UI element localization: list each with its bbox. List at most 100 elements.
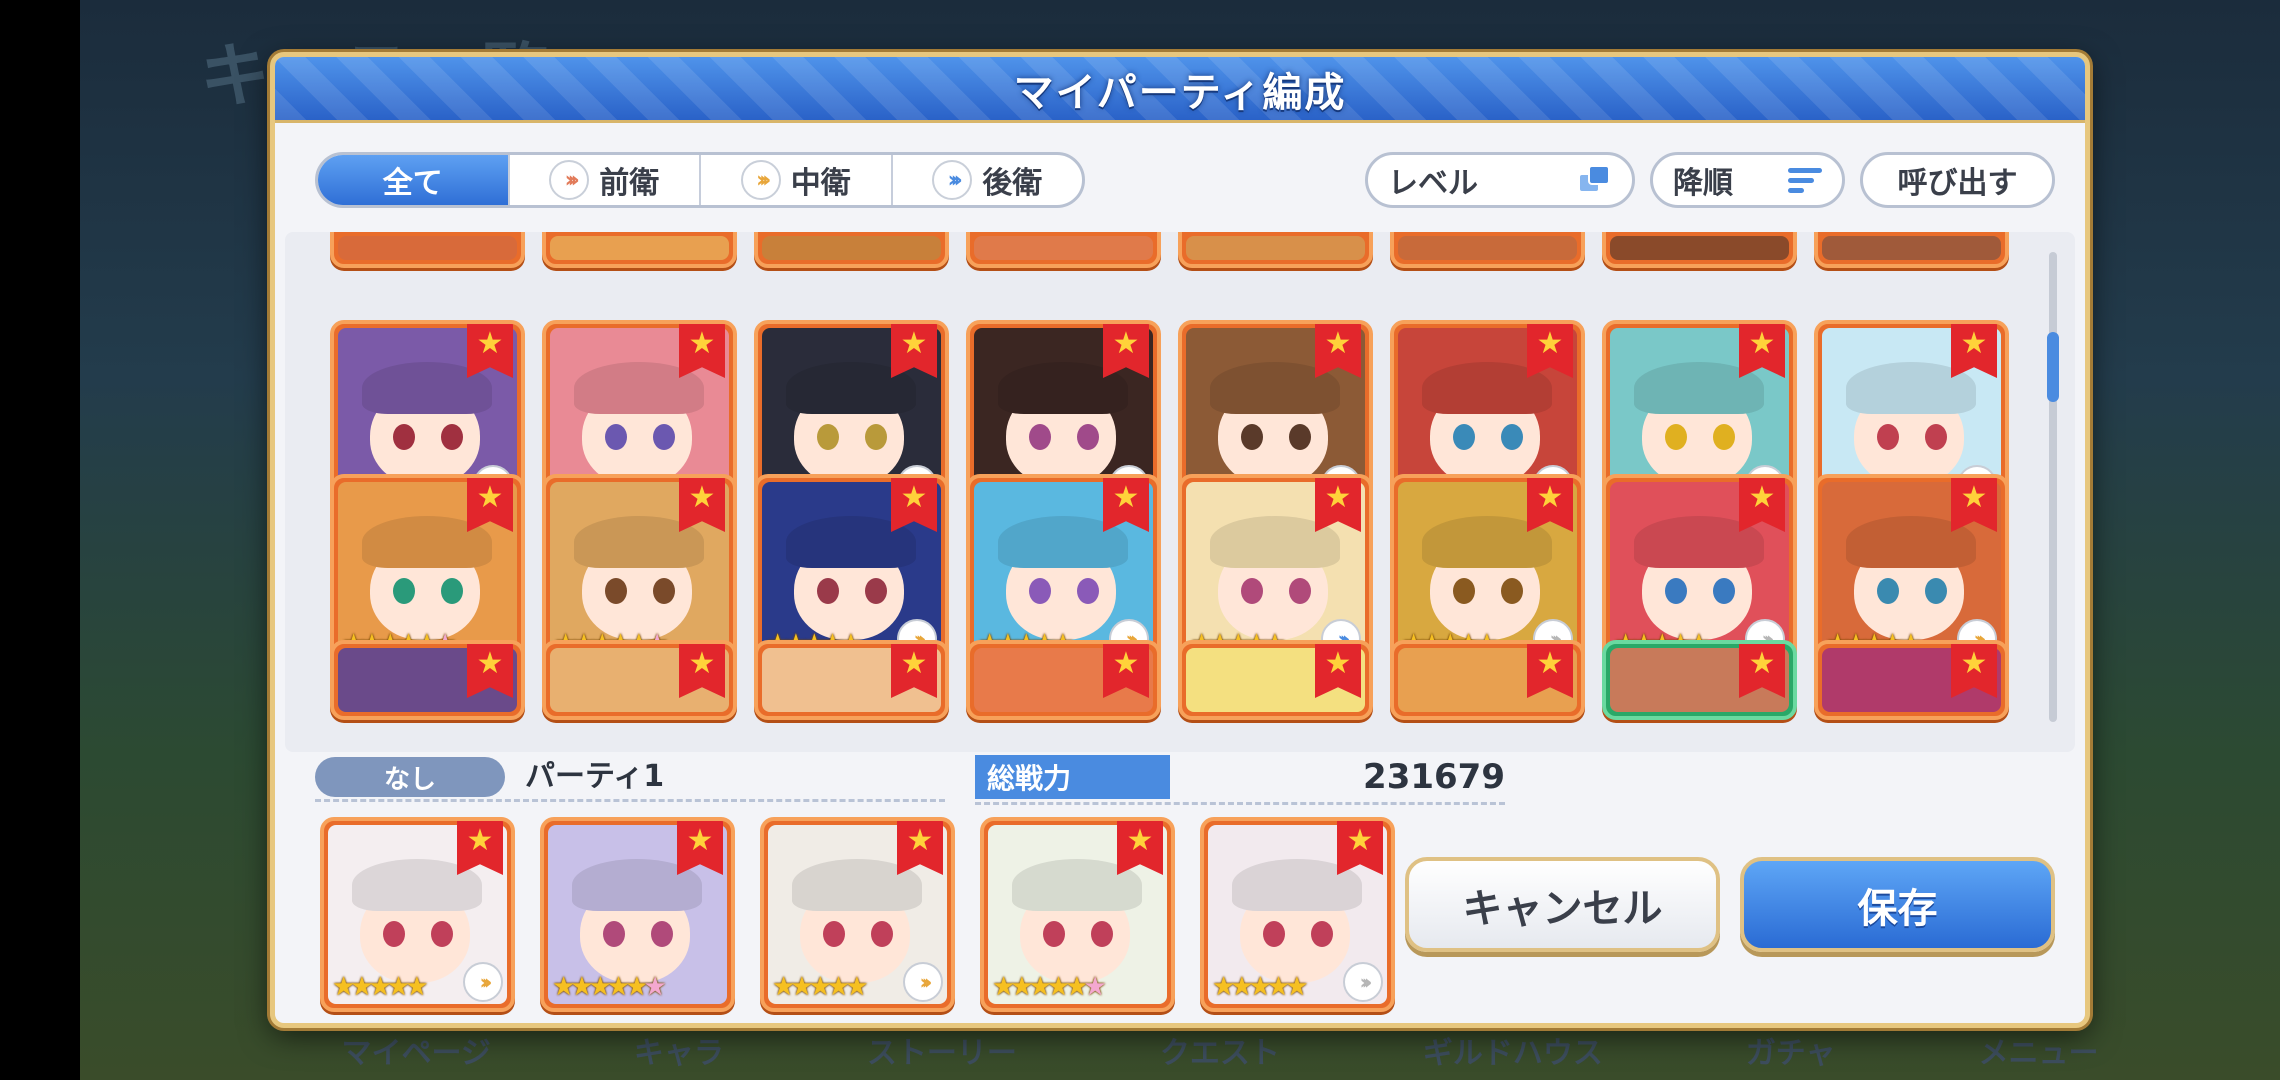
character-eye [1263,921,1285,947]
character-card[interactable]: ★ [1390,640,1585,720]
character-portrait [762,236,941,260]
character-card[interactable]: ★ [1602,640,1797,720]
rarity-stars-icon: ★★★★★ [1212,972,1309,1002]
character-eye [605,424,627,450]
character-eye [1043,921,1065,947]
party-member-card[interactable]: ★ ★★★★★ ››› [760,817,955,1012]
window-stack-icon [1578,165,1612,195]
tab-label: 前衛 [599,166,660,201]
character-eye [1029,424,1051,450]
character-card[interactable]: ★ [1178,640,1373,720]
character-card[interactable] [754,232,949,268]
character-eye [865,424,887,450]
character-eye [1077,424,1099,450]
character-eye [1713,424,1735,450]
character-card[interactable] [1178,232,1373,268]
front-role-badge-icon: ››› [1343,962,1383,1002]
recall-label: 呼び出す [1897,166,2018,201]
character-portrait [1186,236,1365,260]
party-member-card[interactable]: ★ ★★★★★ ››› [1200,817,1395,1012]
sort-order-button[interactable]: 降順 [1650,152,1845,208]
character-eye [383,921,405,947]
dialog-title: マイパーティ編成 [1013,69,1347,116]
character-card[interactable]: ★ [754,640,949,720]
character-eye [653,578,675,604]
party-member-card[interactable]: ★ ★★★★★ ››› [320,817,515,1012]
character-card[interactable] [966,232,1161,268]
background-nav-bar: マイページ キャラ ストーリー クエスト ギルドハウス ガチャ メニュー [270,1020,2170,1080]
party-member-card[interactable]: ★ ★★★★★★ [540,817,735,1012]
party-members: ★ ★★★★★ ››› ★ ★★★★★★ ★ ★★★★★ ››› ★ ★★★★★★ ★ ★★★★★ ››… [320,817,1395,1012]
tab-back[interactable]: ››› 後衛 [893,155,1083,205]
character-eye [817,424,839,450]
character-card[interactable] [542,232,737,268]
character-portrait [1822,236,2001,260]
background-nav-item: ストーリー [866,1036,1017,1071]
character-card[interactable] [330,232,525,268]
character-roster[interactable]: ★★★★★★›››★★★★★★★★★★★★›››★★★★★★›››★★★★★★›… [285,232,2075,752]
character-eye [441,578,463,604]
save-button[interactable]: 保存 [1740,857,2055,952]
mid-role-icon: ››› [740,160,781,200]
party-name: パーティ1 [525,759,665,794]
background-nav-item: クエスト [1159,1036,1280,1071]
character-eye [605,578,627,604]
character-eye [651,921,673,947]
character-eye [1241,424,1263,450]
sort-key-button[interactable]: レベル [1365,152,1635,208]
character-card[interactable]: ★ [542,640,737,720]
background-nav-item: キャラ [633,1036,724,1071]
character-eye [1501,424,1523,450]
back-role-icon: ››› [932,160,973,200]
sort-order-label: 降順 [1673,166,1733,201]
background-nav-item: メニュー [1978,1036,2099,1071]
mid-role-badge-icon: ››› [903,962,943,1002]
character-portrait [550,236,729,260]
character-eye [865,578,887,604]
background-nav-item: ギルドハウス [1422,1036,1603,1071]
rarity-stars-icon: ★★★★★★ [992,972,1107,1002]
background-nav-item: マイページ [341,1036,491,1071]
power-divider [975,802,1505,805]
character-card[interactable] [1814,232,2009,268]
party-edit-dialog: マイパーティ編成 全て ››› 前衛 ››› 中衛 ››› 後衛 レベル 降順 … [270,52,2090,1028]
character-card[interactable]: ★ [330,640,525,720]
character-eye [1029,578,1051,604]
roster-scrollbar[interactable] [2047,252,2059,722]
tab-mid[interactable]: ››› 中衛 [701,155,893,205]
roster-row: ★ ★ ★ ★ ★ ★ ★ ★ [330,640,2009,720]
front-role-icon: ››› [549,160,590,200]
character-eye [431,921,453,947]
role-filter-tabs: 全て ››› 前衛 ››› 中衛 ››› 後衛 [315,152,1085,208]
character-eye [1453,578,1475,604]
tab-all[interactable]: 全て [318,155,510,205]
tab-label: 後衛 [982,166,1043,201]
character-eye [441,424,463,450]
character-eye [393,424,415,450]
character-card[interactable]: ★ [966,640,1161,720]
dialog-header: マイパーティ編成 [275,57,2085,123]
character-eye [1877,578,1899,604]
character-eye [1311,921,1333,947]
scrollbar-thumb[interactable] [2047,332,2059,402]
character-eye [1665,424,1687,450]
sort-descending-icon [1788,167,1822,193]
sort-key-label: レベル [1388,166,1478,201]
background-nav-item: ガチャ [1745,1036,1836,1071]
tab-front[interactable]: ››› 前衛 [510,155,701,205]
recall-button[interactable]: 呼び出す [1860,152,2055,208]
character-card[interactable] [1602,232,1797,268]
character-card[interactable]: ★ [1814,640,2009,720]
character-card[interactable] [1390,232,1585,268]
cancel-button[interactable]: キャンセル [1405,857,1720,952]
character-eye [1241,578,1263,604]
character-eye [653,424,675,450]
mid-role-badge-icon: ››› [463,962,503,1002]
character-portrait [974,236,1153,260]
character-eye [1925,424,1947,450]
character-eye [1925,578,1947,604]
party-tag[interactable]: なし [315,757,505,797]
character-eye [1091,921,1113,947]
party-member-card[interactable]: ★ ★★★★★★ [980,817,1175,1012]
character-eye [1289,424,1311,450]
